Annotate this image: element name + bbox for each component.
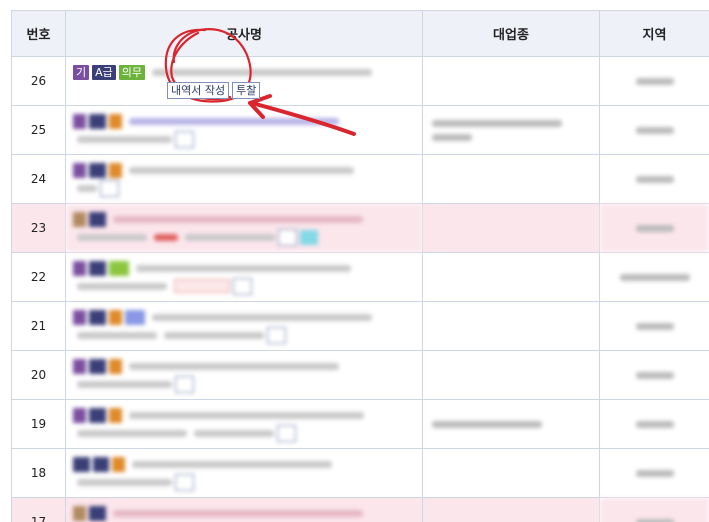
- header-region[interactable]: 지역: [599, 10, 709, 57]
- badge-type: 기: [73, 64, 90, 80]
- badge-grade: A급: [92, 64, 116, 80]
- project-cell: [65, 301, 423, 351]
- project-cell: 기 A급 의무 내역서 작성 투찰: [65, 56, 423, 106]
- project-title-blurred[interactable]: [148, 65, 373, 79]
- bid-button[interactable]: 투찰: [232, 81, 261, 99]
- row-number: 19: [11, 399, 66, 449]
- table-row: 21: [11, 301, 709, 351]
- table-row: 20: [11, 350, 709, 400]
- business-type-cell: [422, 154, 600, 204]
- row-number: 24: [11, 154, 66, 204]
- project-actions-line: 내역서 작성 투찰: [67, 81, 421, 99]
- table-row: 24: [11, 154, 709, 204]
- region-cell: [599, 448, 709, 498]
- row-number: 22: [11, 252, 66, 302]
- business-type-cell: [422, 399, 600, 449]
- region-cell: [599, 350, 709, 400]
- project-cell: 투찰연결: [65, 497, 423, 522]
- region-cell: [599, 399, 709, 449]
- project-cell: [65, 399, 423, 449]
- business-type-cell: [422, 497, 600, 522]
- region-cell: [599, 252, 709, 302]
- region-cell: [599, 203, 709, 253]
- business-type-cell: [422, 301, 600, 351]
- project-badges-line: 기 A급 의무: [67, 63, 421, 81]
- region-cell: [599, 105, 709, 155]
- bid-table: 번호 공사명 대업종 지역 26 기 A급 의무 내역서 작성 투찰 25 24…: [11, 10, 709, 522]
- header-business-type[interactable]: 대업종: [422, 10, 600, 57]
- region-cell: [599, 301, 709, 351]
- create-statement-button[interactable]: 내역서 작성: [167, 81, 230, 99]
- business-type-cell: [422, 252, 600, 302]
- region-cell: [599, 497, 709, 522]
- project-cell: [65, 448, 423, 498]
- header-number[interactable]: 번호: [11, 10, 66, 57]
- row-number: 23: [11, 203, 66, 253]
- project-cell: [65, 105, 423, 155]
- region-cell: [599, 56, 709, 106]
- row-number: 18: [11, 448, 66, 498]
- project-cell: [65, 350, 423, 400]
- table-row: 26 기 A급 의무 내역서 작성 투찰: [11, 56, 709, 106]
- row-number: 26: [11, 56, 66, 106]
- table-row: 19: [11, 399, 709, 449]
- business-type-cell: [422, 448, 600, 498]
- row-number: 20: [11, 350, 66, 400]
- bid-list-screen: 번호 공사명 대업종 지역 26 기 A급 의무 내역서 작성 투찰 25 24…: [0, 0, 709, 522]
- project-cell: [65, 203, 423, 253]
- project-cell: [65, 154, 423, 204]
- business-type-cell: [422, 56, 600, 106]
- table-header-row: 번호 공사명 대업종 지역: [11, 10, 709, 57]
- table-row: 18: [11, 448, 709, 498]
- row-number: 21: [11, 301, 66, 351]
- table-row: 22: [11, 252, 709, 302]
- table-row: 17 투찰연결: [11, 497, 709, 522]
- header-project-name[interactable]: 공사명: [65, 10, 423, 57]
- business-type-cell: [422, 105, 600, 155]
- business-type-cell: [422, 203, 600, 253]
- badge-mandatory: 의무: [118, 64, 146, 80]
- business-type-cell: [422, 350, 600, 400]
- row-number: 25: [11, 105, 66, 155]
- region-cell: [599, 154, 709, 204]
- row-number: 17: [11, 497, 66, 522]
- table-row: 25: [11, 105, 709, 155]
- project-cell: [65, 252, 423, 302]
- table-row: 23: [11, 203, 709, 253]
